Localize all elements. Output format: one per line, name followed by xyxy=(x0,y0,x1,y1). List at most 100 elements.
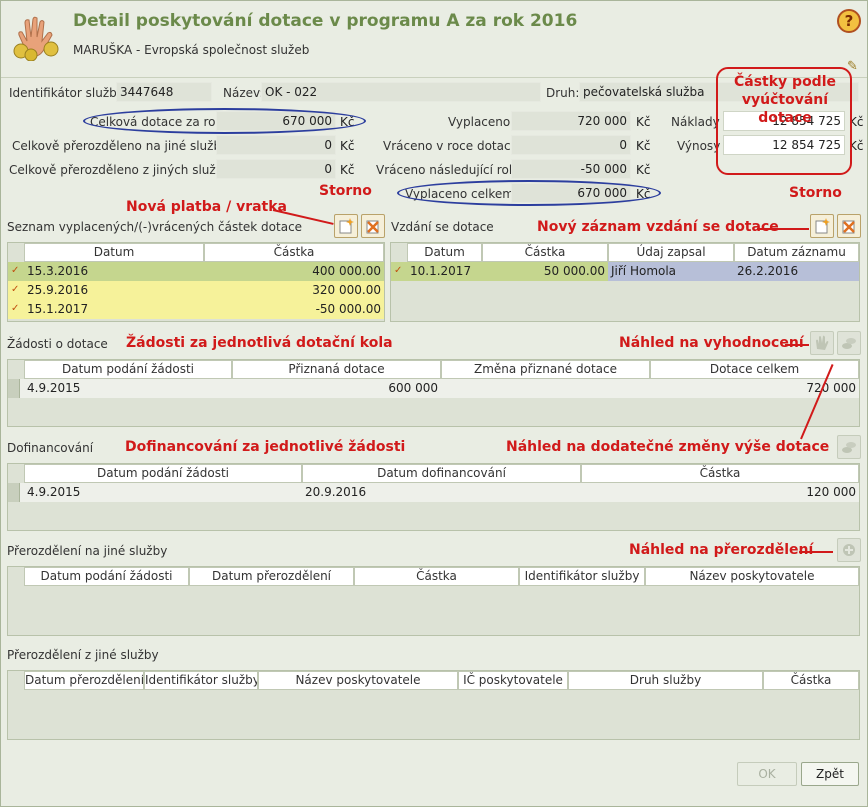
redistribution-to-title: Přerozdělení na jiné služby xyxy=(7,544,168,558)
annotation-castky: Částky podle vyúčtování dotace xyxy=(733,74,836,126)
redistributed-from-label: Celkově přerozděleno z jiných služeb: xyxy=(9,163,235,177)
annotation-storno: Storno xyxy=(319,183,372,199)
request-total: 720 000 xyxy=(806,381,856,395)
column-header[interactable]: Částka xyxy=(581,464,859,483)
column-header[interactable]: Částka xyxy=(482,243,608,262)
paid-field: 720 000 xyxy=(511,111,631,131)
redistribution-preview-button[interactable] xyxy=(837,538,861,562)
table-row[interactable]: ✓ 15.3.2016 400 000.00 xyxy=(8,262,384,281)
row-selector[interactable]: ✓ xyxy=(391,262,407,281)
redistribution-to-grid: Datum podání žádosti Datum přerozdělení … xyxy=(7,566,860,636)
column-header[interactable]: Datum podání žádosti xyxy=(24,360,232,379)
costs-label: Náklady xyxy=(671,115,720,129)
column-header[interactable]: Datum přerozdělení xyxy=(24,671,144,690)
column-header[interactable]: Datum xyxy=(24,243,204,262)
column-header[interactable]: Datum xyxy=(407,243,482,262)
annotation-redistribution-preview: Náhled na přerozdělení xyxy=(629,542,814,558)
column-header[interactable]: Datum podání žádosti xyxy=(24,567,189,586)
highlight-oval xyxy=(83,108,366,134)
redistributed-to-field: 0 xyxy=(216,135,336,155)
paid-label: Vyplaceno: xyxy=(448,115,515,129)
column-header[interactable]: Částka xyxy=(204,243,384,262)
payment-date: 15.1.2017 xyxy=(27,302,89,316)
request-date: 4.9.2015 xyxy=(27,381,81,395)
column-header[interactable]: Název poskytovatele xyxy=(258,671,458,690)
column-header[interactable]: IČ poskytovatele xyxy=(458,671,568,690)
service-id-field: 3447648 xyxy=(116,82,212,102)
annotation-evaluation-preview: Náhled na vyhodnocení xyxy=(619,335,804,351)
row-check-icon: ✓ xyxy=(11,303,20,314)
service-type-label: Druh: xyxy=(546,86,580,100)
currency-label: Kč xyxy=(636,163,651,177)
row-check-icon: ✓ xyxy=(394,265,403,276)
request-change xyxy=(441,379,650,398)
waivers-grid: Datum Částka Údaj zapsal Datum záznamu ✓… xyxy=(390,242,860,322)
column-header[interactable]: Částka xyxy=(763,671,859,690)
column-header[interactable]: Částka xyxy=(354,567,519,586)
waiver-amount: 50 000.00 xyxy=(482,262,608,281)
payments-title: Seznam vyplacených/(-)vrácených částek d… xyxy=(7,220,303,234)
provider-name: MARUŠKA - Evropská společnost služeb xyxy=(73,43,310,57)
storno-waiver-button[interactable] xyxy=(837,214,861,238)
add-payment-button[interactable] xyxy=(334,214,358,238)
payments-grid: Datum Částka ✓ 15.3.2016 400 000.00 ✓ 25… xyxy=(7,242,385,322)
annotation-new-payment: Nová platba / vratka xyxy=(126,199,287,215)
annotation-changes-preview: Náhled na dodatečné změny výše dotace xyxy=(506,439,830,455)
table-row[interactable]: ✓ 15.1.2017 -50 000.00 xyxy=(8,300,384,319)
annotation-arrow xyxy=(799,551,833,553)
column-header[interactable]: Datum přerozdělení xyxy=(189,567,354,586)
row-selector[interactable] xyxy=(8,379,20,398)
back-button[interactable]: Zpět xyxy=(801,762,859,786)
column-header[interactable]: Identifikátor služby xyxy=(519,567,645,586)
help-icon[interactable]: ? xyxy=(837,9,861,33)
returned-label: Vráceno v roce dotace: xyxy=(383,139,523,153)
hands-money-icon xyxy=(9,13,65,62)
table-row[interactable]: 4.9.2015 20.9.2016 120 000 xyxy=(8,483,859,502)
cofinancing-title: Dofinancování xyxy=(7,441,94,455)
annotation-arrow xyxy=(757,228,809,230)
highlight-oval xyxy=(397,180,661,206)
payment-amount: 320 000.00 xyxy=(312,283,381,297)
payment-amount: 400 000.00 xyxy=(312,264,381,278)
payment-date: 15.3.2016 xyxy=(27,264,89,278)
currency-label: Kč xyxy=(340,139,355,153)
redistribution-from-title: Přerozdělení z jiné služby xyxy=(7,648,159,662)
dialog-window: Detail poskytování dotace v programu A z… xyxy=(0,0,868,807)
cofinancing-grid: Datum podání žádosti Datum dofinancování… xyxy=(7,463,860,531)
add-waiver-button[interactable] xyxy=(810,214,834,238)
column-header[interactable]: Údaj zapsal xyxy=(608,243,734,262)
changes-preview-button[interactable] xyxy=(837,435,861,459)
currency-label: Kč xyxy=(636,139,651,153)
annotation-arrow xyxy=(785,344,809,346)
storno-payment-button[interactable] xyxy=(361,214,385,238)
column-header[interactable]: Název poskytovatele xyxy=(645,567,859,586)
requests-title: Žádosti o dotace xyxy=(7,337,108,351)
column-header[interactable]: Datum dofinancování xyxy=(302,464,581,483)
table-row[interactable]: 4.9.2015 600 000 720 000 xyxy=(8,379,859,398)
row-selector[interactable] xyxy=(8,483,20,502)
service-id-label: Identifikátor služby: xyxy=(9,86,128,100)
table-row[interactable]: ✓ 25.9.2016 320 000.00 xyxy=(8,281,384,300)
redistributed-from-field: 0 xyxy=(216,159,336,179)
annotation-storno: Storno xyxy=(789,185,842,201)
column-header[interactable]: Datum podání žádosti xyxy=(24,464,302,483)
row-check-icon: ✓ xyxy=(11,265,20,276)
redistribution-from-grid: Datum přerozdělení Identifikátor služby … xyxy=(7,670,860,740)
service-name-label: Název: xyxy=(223,86,264,100)
column-header[interactable]: Druh služby xyxy=(568,671,763,690)
column-header[interactable]: Identifikátor služby xyxy=(144,671,258,690)
column-header[interactable]: Změna přiznané dotace xyxy=(441,360,650,379)
annotation-requests: Žádosti za jednotlivá dotační kola xyxy=(126,335,393,351)
coins-preview-button[interactable] xyxy=(837,331,861,355)
column-header[interactable]: Přiznaná dotace xyxy=(232,360,441,379)
ok-button[interactable]: OK xyxy=(737,762,797,786)
request-granted: 600 000 xyxy=(388,381,438,395)
payment-amount: -50 000.00 xyxy=(315,302,381,316)
returned-next-label: Vráceno následující rok: xyxy=(376,163,520,177)
table-row[interactable]: ✓ 10.1.2017 50 000.00 Jiří Homola 26.2.2… xyxy=(391,262,859,281)
column-header[interactable]: Datum záznamu xyxy=(734,243,859,262)
waiver-recorded-by: Jiří Homola xyxy=(608,262,734,281)
waivers-title: Vzdání se dotace xyxy=(391,220,494,234)
requests-grid: Datum podání žádosti Přiznaná dotace Změ… xyxy=(7,359,860,427)
evaluation-preview-button[interactable] xyxy=(810,331,834,355)
